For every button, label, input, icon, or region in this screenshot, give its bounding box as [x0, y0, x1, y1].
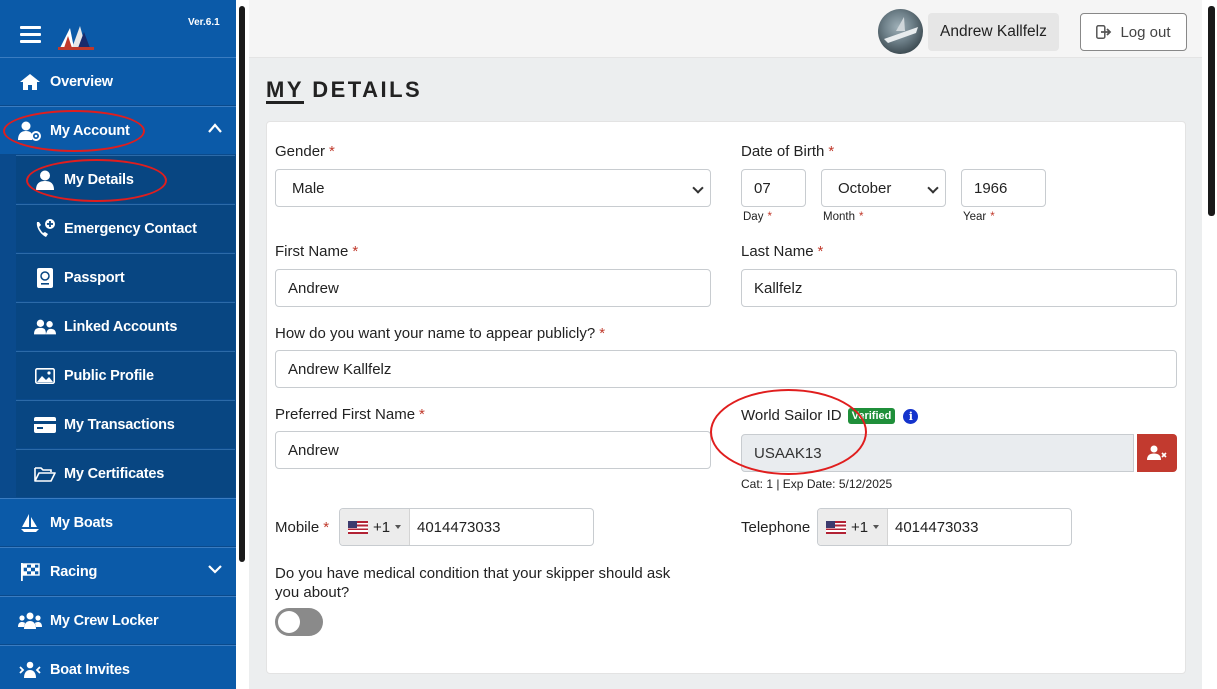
toggle-knob — [278, 611, 300, 633]
sidebar-item-public-profile[interactable]: Public Profile — [16, 351, 235, 399]
phone-plus-icon — [34, 218, 56, 239]
dob-month-select[interactable]: October — [821, 169, 946, 207]
user-name-chip[interactable]: Andrew Kallfelz — [928, 13, 1059, 51]
dob-label: Date of Birth * — [741, 143, 835, 160]
sidebar-item-label: My Boats — [50, 514, 113, 531]
sidebar-item-label: Linked Accounts — [64, 318, 178, 335]
dob-year-input[interactable]: 1966 — [961, 169, 1046, 207]
sidebar-item-label: Racing — [50, 563, 98, 580]
sidebar-scrollbar[interactable] — [239, 6, 245, 562]
sidebar-item-label: Emergency Contact — [64, 220, 197, 237]
sidebar-item-my-account[interactable]: My Account — [0, 106, 236, 154]
public-name-label: How do you want your name to appear publ… — [275, 325, 606, 342]
sidebar-item-label: Overview — [50, 73, 113, 90]
last-name-input[interactable]: Kallfelz — [741, 269, 1177, 307]
linked-users-icon — [34, 317, 56, 337]
credit-card-icon — [34, 415, 56, 435]
gender-label: Gender * — [275, 143, 335, 160]
users-icon — [18, 611, 42, 631]
world-sailor-meta: Cat: 1 | Exp Date: 5/12/2025 — [741, 477, 893, 491]
sidebar-item-label: My Certificates — [64, 465, 165, 482]
hamburger-menu-icon[interactable] — [20, 26, 41, 44]
sidebar-item-passport[interactable]: Passport — [16, 253, 235, 301]
info-icon[interactable]: i — [903, 408, 919, 424]
user-gear-icon — [18, 121, 42, 141]
gender-select[interactable]: Male — [275, 169, 711, 207]
us-flag-icon — [348, 520, 368, 534]
world-sailor-id-label: World Sailor ID Verified i — [741, 407, 919, 425]
club-logo — [58, 26, 94, 50]
sidebar-item-linked-accounts[interactable]: Linked Accounts — [16, 302, 235, 350]
remove-sailor-id-button[interactable] — [1137, 434, 1177, 472]
dob-month-caption: Month * — [823, 211, 864, 223]
top-bar: Andrew Kallfelz Log out — [249, 0, 1202, 58]
chevron-down-icon — [208, 565, 222, 574]
logout-label: Log out — [1120, 23, 1171, 41]
folder-open-icon — [34, 464, 56, 484]
sidebar-item-my-details[interactable]: My Details — [16, 155, 235, 203]
sidebar-item-my-transactions[interactable]: My Transactions — [16, 400, 235, 448]
mobile-phone-field[interactable]: +1 4014473033 — [339, 508, 594, 546]
dob-day-input[interactable]: 07 — [741, 169, 806, 207]
home-icon — [18, 72, 42, 92]
sidebar-item-label: My Transactions — [64, 416, 175, 433]
avatar[interactable] — [878, 9, 923, 54]
medical-toggle[interactable] — [275, 608, 323, 636]
verified-badge: Verified — [847, 408, 896, 425]
medical-question-label: Do you have medical condition that your … — [275, 565, 671, 601]
logout-icon — [1096, 25, 1112, 39]
sidebar-item-my-certificates[interactable]: My Certificates — [16, 449, 235, 497]
sidebar-item-label: My Crew Locker — [50, 612, 159, 629]
checkered-flag-icon — [18, 562, 42, 582]
sidebar-header: Ver.6.1 — [0, 0, 236, 57]
image-icon — [34, 366, 56, 386]
invite-icon — [18, 660, 42, 680]
mobile-label: Mobile * — [275, 519, 330, 536]
chevron-up-icon — [208, 123, 222, 133]
caret-down-icon — [395, 525, 402, 529]
sidebar: Ver.6.1 Overview My Account My Details E… — [0, 0, 236, 689]
logout-button[interactable]: Log out — [1080, 13, 1187, 51]
sidebar-item-racing[interactable]: Racing — [0, 547, 236, 595]
telephone-label: Telephone — [741, 519, 811, 536]
sidebar-item-label: My Details — [64, 171, 134, 188]
sidebar-item-emergency-contact[interactable]: Emergency Contact — [16, 204, 235, 252]
user-remove-icon — [1147, 445, 1167, 460]
preferred-first-name-label: Preferred First Name * — [275, 406, 425, 423]
version-label: Ver.6.1 — [188, 17, 220, 28]
sailboat-icon — [18, 513, 42, 533]
sidebar-item-overview[interactable]: Overview — [0, 57, 236, 105]
us-flag-icon — [826, 520, 846, 534]
dob-day-caption: Day * — [743, 211, 772, 223]
telephone-country-code-select[interactable]: +1 — [818, 509, 888, 545]
caret-down-icon — [873, 525, 880, 529]
mobile-country-code-select[interactable]: +1 — [340, 509, 410, 545]
preferred-first-name-input[interactable]: Andrew — [275, 431, 711, 469]
title-underline — [266, 101, 304, 104]
sidebar-item-label: Boat Invites — [50, 661, 130, 678]
public-name-input[interactable]: Andrew Kallfelz — [275, 350, 1177, 388]
sidebar-item-label: Public Profile — [64, 367, 154, 384]
sidebar-item-my-boats[interactable]: My Boats — [0, 498, 236, 546]
page-scrollbar[interactable] — [1208, 6, 1215, 216]
first-name-label: First Name * — [275, 243, 359, 260]
world-sailor-id-input: USAAK13 — [741, 434, 1134, 472]
dob-year-caption: Year * — [963, 211, 995, 223]
telephone-phone-field[interactable]: +1 4014473033 — [817, 508, 1072, 546]
passport-icon — [34, 267, 56, 288]
last-name-label: Last Name * — [741, 243, 824, 260]
sidebar-item-boat-invites[interactable]: Boat Invites — [0, 645, 236, 689]
user-icon — [34, 170, 56, 190]
telephone-number-input[interactable]: 4014473033 — [895, 519, 978, 536]
sidebar-item-label: My Account — [50, 122, 130, 139]
page-title: MY DETAILS — [266, 77, 423, 102]
sidebar-item-my-crew-locker[interactable]: My Crew Locker — [0, 596, 236, 644]
sidebar-item-label: Passport — [64, 269, 125, 286]
mobile-number-input[interactable]: 4014473033 — [417, 519, 500, 536]
first-name-input[interactable]: Andrew — [275, 269, 711, 307]
